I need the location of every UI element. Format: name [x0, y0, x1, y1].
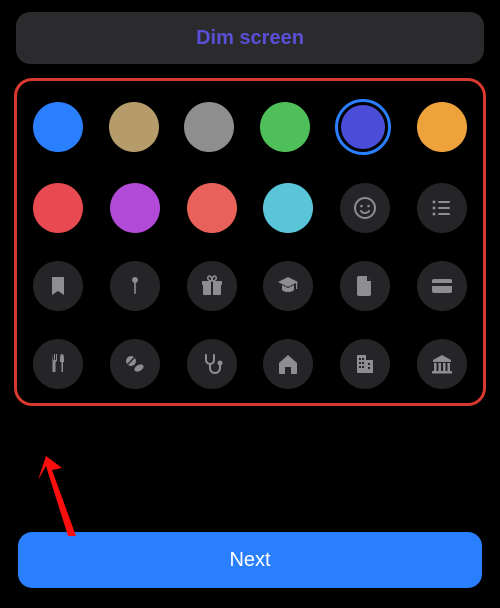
icon-row-1 — [29, 261, 471, 311]
next-button[interactable]: Next — [18, 532, 482, 588]
card-icon[interactable] — [417, 261, 467, 311]
color-blue[interactable] — [33, 102, 83, 152]
dim-screen-button[interactable]: Dim screen — [16, 12, 484, 64]
icon-row-2 — [29, 339, 471, 389]
color-cyan[interactable] — [263, 183, 313, 233]
color-row-1 — [29, 99, 471, 155]
color-purple[interactable] — [110, 183, 160, 233]
stethoscope-icon[interactable] — [187, 339, 237, 389]
dim-screen-label: Dim screen — [196, 27, 304, 50]
color-green[interactable] — [260, 102, 310, 152]
utensils-icon[interactable] — [33, 339, 83, 389]
list-icon[interactable] — [417, 183, 467, 233]
bank-icon[interactable] — [417, 339, 467, 389]
next-button-label: Next — [229, 549, 270, 572]
color-tan[interactable] — [109, 102, 159, 152]
color-gray[interactable] — [184, 102, 234, 152]
color-red[interactable] — [33, 183, 83, 233]
color-orange[interactable] — [417, 102, 467, 152]
color-row-2 — [29, 183, 471, 233]
pin-icon[interactable] — [110, 261, 160, 311]
graduation-icon[interactable] — [263, 261, 313, 311]
building-icon[interactable] — [340, 339, 390, 389]
color-indigo-selected[interactable] — [335, 99, 391, 155]
annotation-arrow — [28, 448, 98, 538]
smiley-icon[interactable] — [340, 183, 390, 233]
pills-icon[interactable] — [110, 339, 160, 389]
bookmark-icon[interactable] — [33, 261, 83, 311]
house-icon[interactable] — [263, 339, 313, 389]
gift-icon[interactable] — [187, 261, 237, 311]
document-icon[interactable] — [340, 261, 390, 311]
color-coral[interactable] — [187, 183, 237, 233]
selection-panel — [14, 78, 486, 406]
